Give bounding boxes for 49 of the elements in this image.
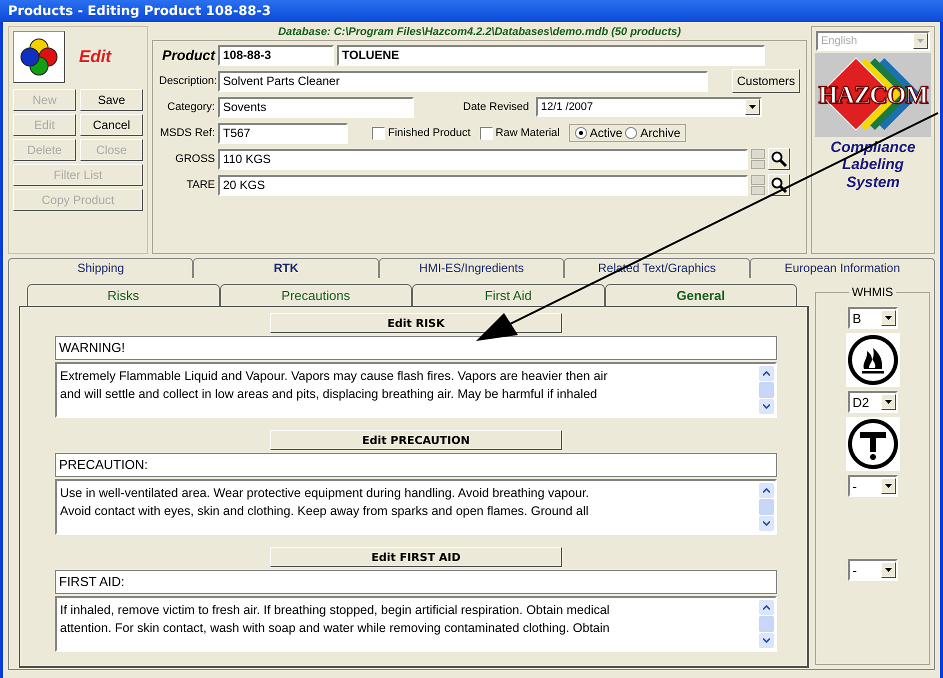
product-name-field[interactable]: TOLUENE [337, 44, 765, 66]
text-area[interactable]: Extremely Flammable Liquid and Vapour. Vapors may cause flash fires. Vapors are heavier then air and will settle and collect in low areas and pits, displacing breathing air. May be harmful if inhaled [55, 362, 777, 418]
description-field[interactable]: Solvent Parts Cleaner [218, 70, 708, 92]
weight-field[interactable]: 110 KGS [218, 148, 748, 170]
tab[interactable]: Shipping [8, 258, 194, 278]
group-label: WHMIS [848, 285, 896, 299]
whmis-class-dropdown[interactable]: - [848, 475, 898, 497]
edit-button[interactable]: Edit FIRST AID [270, 547, 562, 567]
heading-field[interactable]: FIRST AID: [55, 570, 777, 594]
tab[interactable]: Risks [27, 284, 220, 306]
whmis-class-dropdown[interactable]: D2 [848, 391, 898, 413]
field-label: Category: [166, 101, 215, 113]
radio-label: Archive [640, 126, 680, 140]
toolbar-button[interactable]: Save [80, 89, 143, 111]
tab[interactable]: European Information [750, 258, 936, 278]
category-field[interactable]: Sovents [218, 96, 414, 118]
edit-button[interactable]: Edit RISK [270, 313, 562, 333]
tab[interactable]: Precautions [220, 284, 412, 306]
field-label: Date Revised [463, 101, 530, 113]
field-label: MSDS Ref: [159, 127, 215, 139]
database-path: Database: C:\Program Files\Hazcom4.2.2\Databases\demo.mdb (50 products) [277, 26, 682, 40]
tab[interactable]: RTK [193, 258, 379, 278]
mode-label: Edit [79, 47, 112, 67]
text-area[interactable]: Use in well-ventilated area. Wear protective equipment during handling. Avoid breathing vapour. Avoid contact with eyes, skin and clothing. Keep away from sparks and open flames. Ground all [55, 479, 777, 535]
checkbox-label: Raw Material [496, 127, 560, 139]
heading-field[interactable]: PRECAUTION: [55, 453, 777, 477]
tab[interactable]: General [604, 284, 797, 306]
window-title: Products - Editing Product 108-88-3 [8, 4, 271, 18]
tab[interactable]: HMI-ES/Ingredients [378, 258, 564, 278]
text-content: Extremely Flammable Liquid and Vapour. Vapors may cause flash fires. Vapors are heavier then air and will settle and collect in low areas and pits, displacing breathing air. May be harmful if inhaled [59, 368, 608, 403]
weight-field[interactable]: 20 KGS [218, 174, 748, 196]
field-label: GROSS [174, 153, 215, 165]
field-label: TARE [185, 179, 215, 191]
checkbox-label: Finished Product [388, 127, 471, 139]
heading-field[interactable]: WARNING! [55, 336, 777, 360]
date-revised-dropdown[interactable]: 12/1 /2007 [536, 97, 762, 117]
field-label: Product [161, 47, 215, 63]
whmis-class-dropdown[interactable]: B [848, 307, 898, 329]
edit-button[interactable]: Edit PRECAUTION [270, 430, 562, 450]
radio-label: Active [590, 126, 622, 140]
product-code-field[interactable]: 108-88-3 [218, 44, 334, 66]
whmis-class-dropdown[interactable]: - [848, 559, 898, 581]
customers-button[interactable]: Customers [732, 69, 800, 93]
tab[interactable]: First Aid [412, 284, 604, 306]
text-content: Use in well-ventilated area. Wear protective equipment during handling. Avoid breathing vapour. Avoid contact with eyes, skin and clothing. Keep away from sparks and open flames. Ground all [59, 485, 590, 520]
msds-ref-field[interactable]: T567 [218, 122, 348, 144]
field-label: Description: [159, 75, 215, 87]
text-content: If inhaled, remove victim to fresh air. If breathing stopped, begin artificial respiration. Obtain medical attention. For skin contact, wash with soap and water while removing contaminated clothing. Obtain [59, 602, 611, 637]
toolbar-button[interactable]: Cancel [80, 114, 143, 136]
